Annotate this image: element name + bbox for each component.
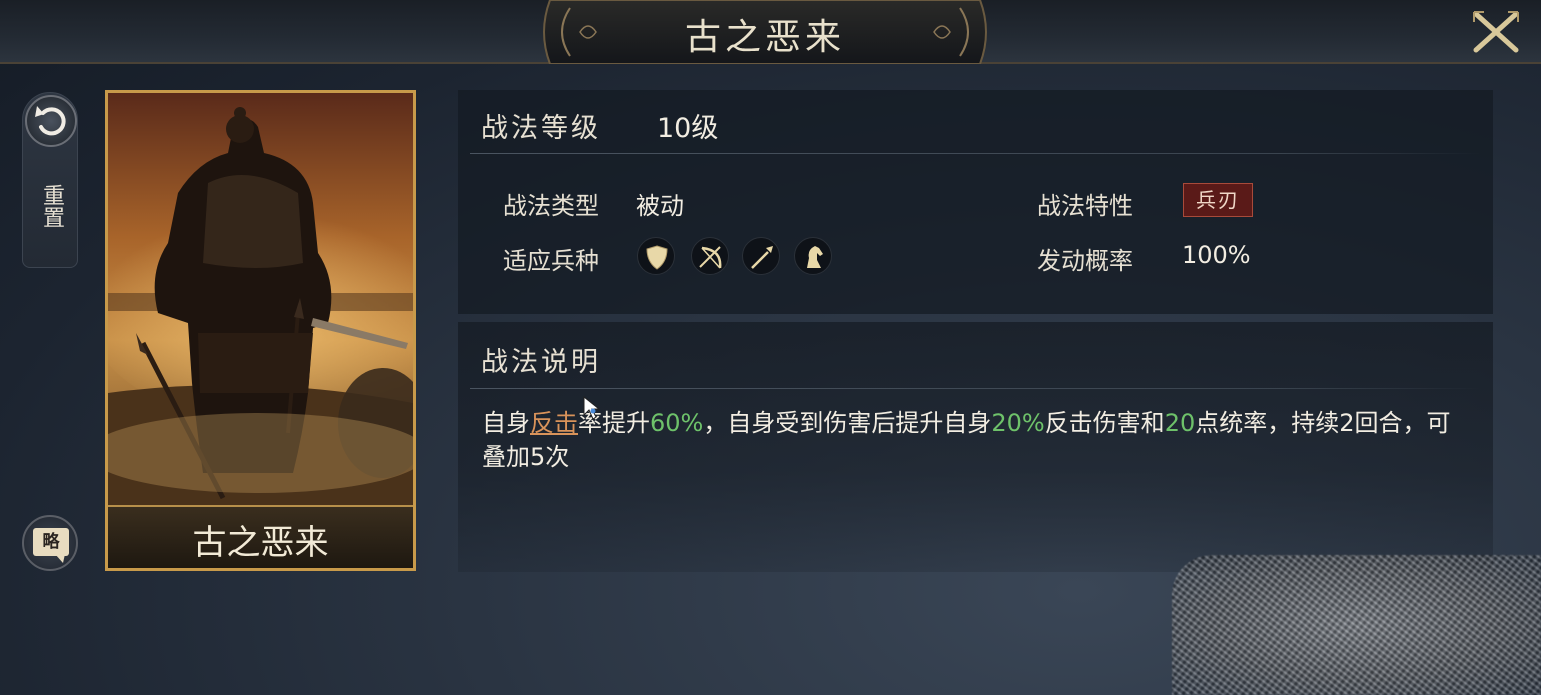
highlight-value: 20% [991, 409, 1045, 437]
close-button[interactable] [1470, 8, 1522, 56]
tactic-card: 古之恶来 [105, 90, 416, 571]
noise-patch [1172, 555, 1541, 695]
mouse-cursor-icon [583, 395, 601, 420]
page-title: 古之恶来 [684, 17, 845, 58]
reset-button[interactable] [25, 95, 77, 147]
close-x-icon [1473, 11, 1519, 53]
horse-icon [794, 237, 832, 275]
bow-icon [691, 237, 729, 275]
description-text: 自身反击率提升60%，自身受到伤害后提升自身20%反击伤害和20点统率，持续2回… [482, 406, 1472, 474]
shield-icon [637, 237, 675, 275]
reset-label[interactable]: 重置 [23, 161, 79, 251]
brief-label: 略 [33, 528, 69, 556]
description-title: 战法说明 [481, 347, 601, 378]
brief-button[interactable]: 略 [22, 515, 78, 571]
undo-arrow-icon [35, 106, 66, 136]
warrior-portrait [108, 93, 413, 505]
keyword-counterattack[interactable]: 反击 [530, 409, 578, 437]
divider [470, 153, 1480, 154]
chance-label: 发动概率 [1037, 247, 1133, 275]
speech-bubble-icon [55, 554, 65, 563]
top-bar: 古之恶来 [0, 0, 1541, 64]
tactic-info-panel [458, 90, 1493, 314]
highlight-value: 20 [1164, 409, 1196, 437]
desc-part: ，自身受到伤害后提升自身 [703, 409, 992, 437]
title-plate: 古之恶来 [540, 0, 990, 64]
spear-icon [742, 237, 780, 275]
chance-value: 100% [1182, 241, 1251, 269]
reset-panel: 重置 [22, 92, 78, 268]
level-label: 战法等级 [481, 113, 601, 144]
desc-part: 反击伤害和 [1044, 409, 1165, 437]
level-value: 10级 [657, 113, 719, 144]
type-value: 被动 [636, 192, 684, 220]
highlight-value: 60% [650, 409, 704, 437]
troops-label: 适应兵种 [503, 247, 599, 275]
trait-label: 战法特性 [1037, 192, 1133, 220]
card-name: 古之恶来 [192, 523, 329, 563]
trait-tag: 兵刃 [1183, 183, 1253, 217]
divider [470, 388, 1480, 389]
card-name-bar: 古之恶来 [108, 505, 413, 568]
type-label: 战法类型 [503, 192, 599, 220]
desc-part: 自身 [482, 409, 530, 437]
